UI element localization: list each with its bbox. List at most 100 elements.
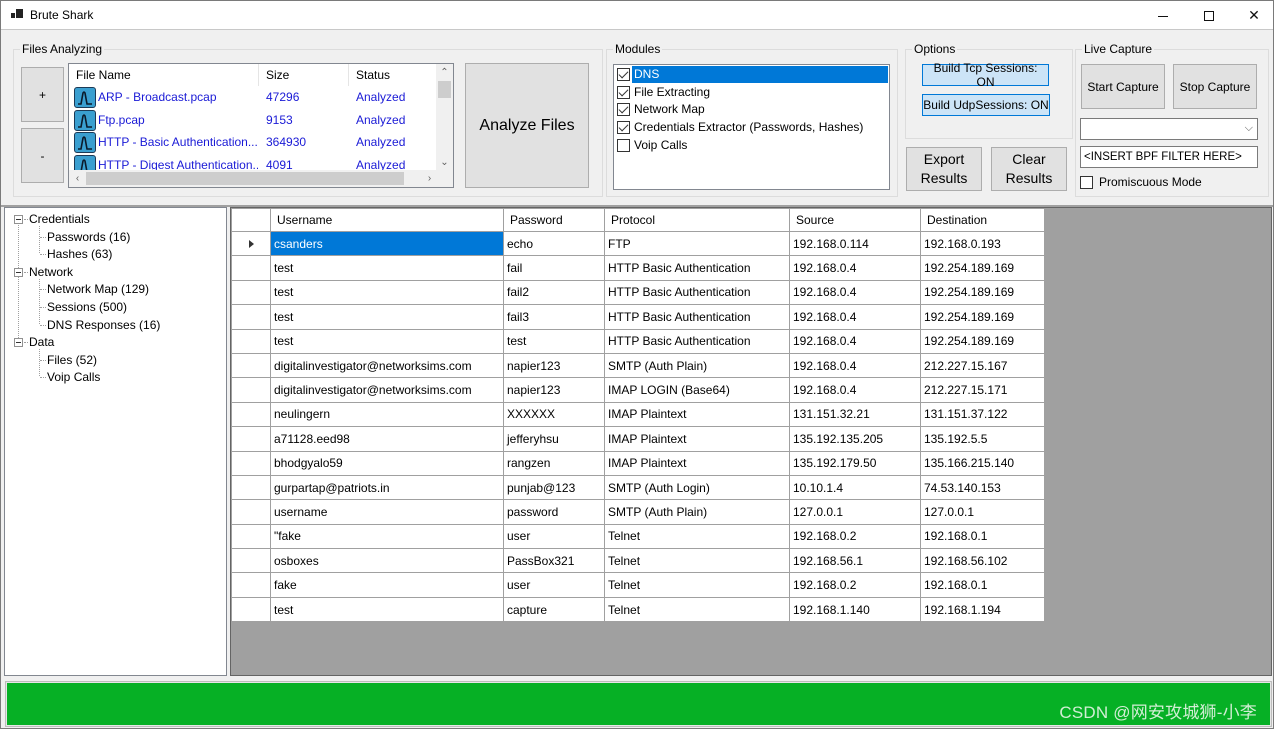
cell-protocol[interactable]: IMAP Plaintext bbox=[604, 401, 790, 428]
cell-password[interactable]: napier123 bbox=[503, 352, 605, 379]
cell-password[interactable]: user bbox=[503, 572, 605, 598]
cell-destination[interactable]: 192.168.1.194 bbox=[920, 596, 1045, 623]
cell-destination[interactable]: 192.254.189.169 bbox=[920, 304, 1045, 330]
column-header-username[interactable]: Username bbox=[270, 208, 504, 232]
cell-protocol[interactable]: Telnet bbox=[604, 548, 790, 574]
cell-protocol[interactable]: Telnet bbox=[604, 523, 790, 550]
cell-destination[interactable]: 192.168.0.193 bbox=[920, 230, 1045, 257]
scroll-left-icon[interactable]: ‹ bbox=[69, 170, 86, 187]
row-header[interactable] bbox=[231, 523, 271, 550]
clear-results-button[interactable]: Clear Results bbox=[991, 147, 1067, 191]
row-header[interactable] bbox=[231, 377, 271, 403]
table-row[interactable]: username password SMTP (Auth Plain) 127.0.0… bbox=[231, 499, 1045, 525]
file-list-item[interactable]: Ftp.pcap 9153 Analyzed bbox=[69, 109, 435, 131]
cell-protocol[interactable]: SMTP (Auth Plain) bbox=[604, 352, 790, 379]
cell-password[interactable]: password bbox=[503, 499, 605, 525]
cell-destination[interactable]: 192.168.0.1 bbox=[920, 523, 1045, 550]
cell-password[interactable]: PassBox321 bbox=[503, 548, 605, 574]
cell-source[interactable]: 10.10.1.4 bbox=[789, 474, 921, 501]
table-row[interactable]: neulingern XXXXXX IMAP Plaintext 131.151.32… bbox=[231, 401, 1045, 428]
interface-dropdown[interactable]: ⌵ bbox=[1080, 118, 1258, 140]
cell-destination[interactable]: 212.227.15.171 bbox=[920, 377, 1045, 403]
files-list[interactable]: File Name Size Status ARP - Broadcast.pc… bbox=[68, 63, 454, 188]
start-capture-button[interactable]: Start Capture bbox=[1081, 64, 1165, 109]
table-row[interactable]: digitalinvestigator@networksims.com napie… bbox=[231, 377, 1045, 403]
cell-source[interactable]: 131.151.32.21 bbox=[789, 401, 921, 428]
cell-password[interactable]: capture bbox=[503, 596, 605, 623]
module-checkbox[interactable] bbox=[617, 138, 630, 152]
cell-destination[interactable]: 192.254.189.169 bbox=[920, 255, 1045, 281]
cell-destination[interactable]: 192.168.0.1 bbox=[920, 572, 1045, 598]
cell-protocol[interactable]: Telnet bbox=[604, 596, 790, 623]
row-header[interactable] bbox=[231, 352, 271, 379]
close-button[interactable]: ✕ bbox=[1231, 1, 1274, 30]
cell-protocol[interactable]: Telnet bbox=[604, 572, 790, 598]
bpf-filter-input[interactable]: <INSERT BPF FILTER HERE> bbox=[1080, 146, 1258, 168]
module-item[interactable]: Voip Calls bbox=[616, 137, 888, 154]
credentials-grid[interactable]: Username Password Protocol Source Destin… bbox=[230, 207, 1272, 676]
module-item[interactable]: File Extracting bbox=[616, 84, 888, 101]
cell-username[interactable]: osboxes bbox=[270, 548, 504, 574]
cell-password[interactable]: fail bbox=[503, 255, 605, 281]
row-header[interactable] bbox=[231, 230, 271, 257]
grid-corner-header[interactable] bbox=[231, 208, 271, 232]
module-checkbox[interactable] bbox=[617, 85, 630, 99]
results-tree[interactable]: Credentials Passwords (16) Hashes (63) Netw… bbox=[4, 207, 227, 676]
cell-source[interactable]: 192.168.0.114 bbox=[789, 230, 921, 257]
minimize-button[interactable] bbox=[1140, 1, 1186, 30]
row-header[interactable] bbox=[231, 279, 271, 306]
cell-protocol[interactable]: HTTP Basic Authentication bbox=[604, 328, 790, 354]
cell-password[interactable]: rangzen bbox=[503, 450, 605, 476]
cell-username[interactable]: test bbox=[270, 596, 504, 623]
file-list-item[interactable]: HTTP - Basic Authentication.... 364930 Ana… bbox=[69, 131, 435, 153]
table-row[interactable]: a71128.eed98 jefferyhsu IMAP Plaintext 135.… bbox=[231, 426, 1045, 452]
build-udp-sessions-toggle[interactable]: Build UdpSessions: ON bbox=[922, 94, 1050, 116]
scroll-down-icon[interactable]: ⌄ bbox=[436, 154, 453, 171]
row-header[interactable] bbox=[231, 548, 271, 574]
stop-capture-button[interactable]: Stop Capture bbox=[1173, 64, 1257, 109]
analyze-files-button[interactable]: Analyze Files bbox=[465, 63, 589, 188]
collapse-icon[interactable] bbox=[14, 338, 23, 348]
row-header[interactable] bbox=[231, 572, 271, 598]
cell-username[interactable]: test bbox=[270, 255, 504, 281]
cell-destination[interactable]: 192.254.189.169 bbox=[920, 328, 1045, 354]
collapse-icon[interactable] bbox=[14, 215, 23, 224]
cell-source[interactable]: 192.168.0.2 bbox=[789, 523, 921, 550]
table-row[interactable]: test capture Telnet 192.168.1.140 192.168.1.… bbox=[231, 596, 1045, 623]
cell-protocol[interactable]: SMTP (Auth Login) bbox=[604, 474, 790, 501]
table-row[interactable]: test fail2 HTTP Basic Authentication 192.16… bbox=[231, 279, 1045, 306]
files-vertical-scrollbar[interactable]: ⌃ ⌄ bbox=[436, 64, 453, 171]
cell-username[interactable]: test bbox=[270, 328, 504, 354]
module-item[interactable]: Network Map bbox=[616, 101, 888, 118]
row-header[interactable] bbox=[231, 304, 271, 330]
cell-password[interactable]: user bbox=[503, 523, 605, 550]
cell-destination[interactable]: 135.166.215.140 bbox=[920, 450, 1045, 476]
cell-password[interactable]: jefferyhsu bbox=[503, 426, 605, 452]
cell-destination[interactable]: 131.151.37.122 bbox=[920, 401, 1045, 428]
cell-password[interactable]: napier123 bbox=[503, 377, 605, 403]
cell-source[interactable]: 192.168.0.4 bbox=[789, 255, 921, 281]
cell-username[interactable]: username bbox=[270, 499, 504, 525]
row-header[interactable] bbox=[231, 474, 271, 501]
column-header-password[interactable]: Password bbox=[503, 208, 605, 232]
table-row[interactable]: test fail HTTP Basic Authentication 192.168… bbox=[231, 255, 1045, 281]
module-checkbox[interactable] bbox=[617, 68, 630, 81]
cell-destination[interactable]: 127.0.0.1 bbox=[920, 499, 1045, 525]
cell-source[interactable]: 192.168.1.140 bbox=[789, 596, 921, 623]
file-list-item[interactable]: ARP - Broadcast.pcap 47296 Analyzed bbox=[69, 86, 435, 108]
cell-password[interactable]: punjab@123 bbox=[503, 474, 605, 501]
scroll-up-icon[interactable]: ⌃ bbox=[436, 64, 453, 81]
cell-username[interactable]: "fake bbox=[270, 523, 504, 550]
cell-source[interactable]: 192.168.0.2 bbox=[789, 572, 921, 598]
scroll-right-icon[interactable]: › bbox=[421, 170, 438, 187]
export-results-button[interactable]: Export Results bbox=[906, 147, 982, 191]
files-horizontal-scrollbar[interactable]: ‹ › bbox=[69, 170, 453, 187]
table-row[interactable]: gurpartap@patriots.in punjab@123 SMTP (Aut… bbox=[231, 474, 1045, 501]
remove-file-button[interactable]: - bbox=[21, 128, 64, 183]
table-row[interactable]: csanders echo FTP 192.168.0.114 192.168.0.19… bbox=[231, 230, 1045, 257]
table-row[interactable]: test fail3 HTTP Basic Authentication 192.16… bbox=[231, 304, 1045, 330]
cell-protocol[interactable]: SMTP (Auth Plain) bbox=[604, 499, 790, 525]
table-row[interactable]: "fake user Telnet 192.168.0.2 192.168.0.1 bbox=[231, 523, 1045, 550]
cell-source[interactable]: 192.168.56.1 bbox=[789, 548, 921, 574]
cell-source[interactable]: 192.168.0.4 bbox=[789, 352, 921, 379]
